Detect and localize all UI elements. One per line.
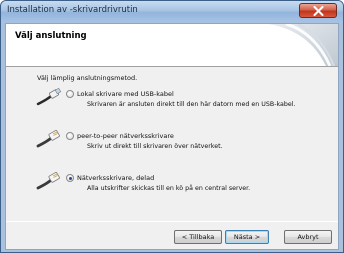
window-title: Installation av -skrivardrivrutin	[7, 5, 138, 15]
option-description: Alla utskrifter skickas till en kö på en…	[87, 185, 251, 192]
instruction-text: Välj lämplig anslutningsmetod.	[37, 74, 138, 82]
network-cable-icon	[36, 172, 60, 190]
cancel-button[interactable]: Avbryt	[284, 230, 332, 244]
next-button[interactable]: Nästa >	[225, 230, 269, 244]
radio-local-usb[interactable]	[66, 90, 74, 98]
wizard-body: Välj anslutning Välj lämplig anslutnings…	[5, 23, 339, 250]
close-button[interactable]	[299, 3, 337, 18]
option-local-usb[interactable]: Lokal skrivare med USB-kabel Skrivaren ä…	[6, 86, 338, 118]
network-cable-icon	[36, 130, 60, 148]
option-label: Nätverksskrivare, delad	[77, 174, 155, 182]
installer-window: Installation av -skrivardrivrutin Välj a…	[0, 0, 344, 253]
title-bar[interactable]: Installation av -skrivardrivrutin	[1, 1, 343, 22]
option-shared-network[interactable]: Nätverksskrivare, delad Alla utskrifter …	[6, 170, 338, 202]
option-label: Lokal skrivare med USB-kabel	[77, 90, 174, 98]
page-title: Välj anslutning	[15, 31, 87, 41]
option-label: peer-to-peer nätverksskrivare	[77, 132, 174, 140]
radio-peer-to-peer[interactable]	[66, 132, 74, 140]
option-description: Skrivaren är ansluten direkt till den hä…	[87, 101, 296, 108]
usb-cable-icon	[36, 87, 62, 106]
close-icon	[313, 6, 324, 16]
back-button[interactable]: < Tillbaka	[174, 230, 222, 244]
footer-divider	[6, 221, 338, 222]
option-description: Skriv ut direkt till skrivaren över nätv…	[87, 143, 223, 150]
wizard-header: Välj anslutning	[6, 24, 338, 67]
option-peer-to-peer[interactable]: peer-to-peer nätverksskrivare Skriv ut d…	[6, 128, 338, 160]
radio-shared-network[interactable]	[66, 174, 74, 182]
header-swoosh-graphic	[268, 24, 338, 66]
